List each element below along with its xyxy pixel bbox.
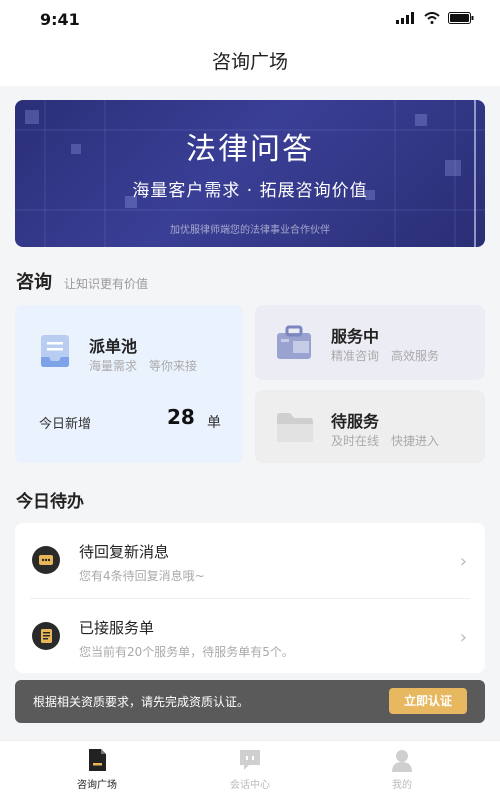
- chevron-right-icon: ›: [459, 627, 467, 648]
- message-icon: [32, 546, 60, 574]
- serving-card[interactable]: 服务中 精准咨询 高效服务: [255, 305, 485, 380]
- status-time: 9:41: [40, 10, 80, 29]
- wifi-icon: [424, 12, 440, 24]
- status-bar: 9:41: [0, 0, 500, 38]
- tab-label: 我的: [392, 780, 412, 791]
- todo-item-desc: 您有4条待回复消息哦~: [79, 569, 205, 583]
- tab-consult-square[interactable]: 咨询广场: [47, 747, 147, 791]
- user-icon: [392, 750, 412, 772]
- briefcase-icon: [277, 325, 311, 359]
- chat-icon: [240, 750, 260, 770]
- todo-list: 待回复新消息 您有4条待回复消息哦~ › 已接服务单 您当前有20个服务单，待服…: [15, 523, 485, 673]
- today-new-label: 今日新增: [39, 417, 92, 432]
- folder-icon: [277, 413, 313, 442]
- signal-icon: [396, 12, 414, 24]
- waiting-title: 待服务: [331, 412, 380, 431]
- dispatch-pool-card[interactable]: 派单池 海量需求 等你来接 今日新增 28 单: [15, 305, 243, 463]
- banner-title: 法律问答: [186, 132, 314, 167]
- tab-mine[interactable]: 我的: [352, 747, 452, 791]
- inbox-icon: [41, 335, 69, 367]
- nav-bar: 咨询广场: [0, 38, 500, 86]
- chevron-right-icon: ›: [459, 551, 467, 572]
- tab-bar: 咨询广场 会话中心 我的: [0, 740, 500, 800]
- banner-subtitle: 海量客户需求 · 拓展咨询价值: [132, 181, 368, 201]
- todo-item-desc: 您当前有20个服务单，待服务单有5个。: [79, 645, 294, 659]
- consult-section-title: 咨询: [16, 272, 52, 293]
- serving-title: 服务中: [331, 327, 380, 346]
- todo-item-service-orders[interactable]: 已接服务单 您当前有20个服务单，待服务单有5个。 ›: [15, 599, 485, 673]
- serving-desc: 精准咨询 高效服务: [331, 349, 440, 363]
- tab-chat-center[interactable]: 会话中心: [200, 747, 300, 791]
- dispatch-pool-desc: 海量需求 等你来接: [89, 359, 198, 373]
- todo-item-new-messages[interactable]: 待回复新消息 您有4条待回复消息哦~ ›: [15, 523, 485, 597]
- waiting-desc: 及时在线 快捷进入: [331, 434, 440, 448]
- banner-footnote: 加优服律师端您的法律事业合作伙伴: [170, 225, 330, 236]
- todo-item-title: 待回复新消息: [79, 543, 170, 561]
- certify-now-button[interactable]: 立即认证: [389, 688, 467, 714]
- waiting-card[interactable]: 待服务 及时在线 快捷进入: [255, 390, 485, 463]
- tab-label: 会话中心: [230, 780, 270, 791]
- status-icons: [396, 12, 474, 24]
- document-icon: [89, 749, 106, 771]
- consult-section-subtitle: 让知识更有价值: [64, 277, 149, 291]
- tab-label: 咨询广场: [77, 780, 117, 791]
- consult-section-header: 咨询 让知识更有价值: [16, 268, 148, 294]
- today-new-count: 28: [167, 405, 195, 429]
- todo-item-title: 已接服务单: [79, 619, 155, 637]
- page-title: 咨询广场: [211, 51, 288, 73]
- battery-icon: [448, 12, 474, 24]
- todo-section-title: 今日待办: [16, 492, 84, 512]
- banner[interactable]: 法律问答 海量客户需求 · 拓展咨询价值 加优服律师端您的法律事业合作伙伴: [15, 100, 485, 247]
- certification-notice: 根据相关资质要求，请先完成资质认证。 立即认证: [15, 680, 485, 723]
- order-icon: [32, 622, 60, 650]
- notice-text: 根据相关资质要求，请先完成资质认证。: [33, 695, 250, 709]
- today-new-unit: 单: [207, 415, 221, 431]
- dispatch-pool-title: 派单池: [89, 337, 138, 356]
